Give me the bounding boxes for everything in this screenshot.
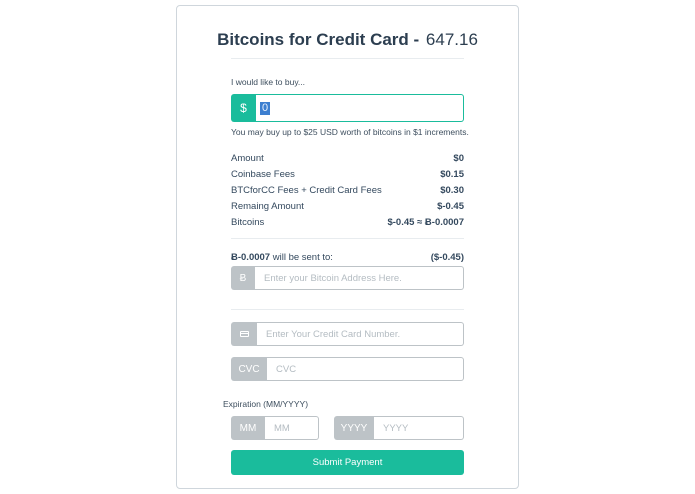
month-addon: MM <box>231 416 265 440</box>
expiration-label: Expiration (MM/YYYY) <box>223 399 309 409</box>
page-title: Bitcoins for Credit Card - 647.16 <box>177 30 518 50</box>
send-text: Ƀ-0.0007 will be sent to: <box>231 252 333 263</box>
summary-label: Bitcoins <box>231 216 265 228</box>
dollar-icon: $ <box>231 94 256 122</box>
credit-card-icon <box>231 322 257 346</box>
amount-input[interactable]: 0 <box>260 101 271 115</box>
card-number-input[interactable] <box>266 328 463 340</box>
cvc-input[interactable] <box>276 363 463 375</box>
expiration-month-group: MM <box>231 416 319 440</box>
btc-price: 647.16 <box>425 30 478 49</box>
usd-send-amount: ($-0.45) <box>430 252 464 263</box>
summary-label: Remaing Amount <box>231 200 304 212</box>
summary-value: $-0.45 ≈ Ƀ-0.0007 <box>387 216 464 228</box>
cvc-group: CVC <box>231 357 464 381</box>
cvc-field[interactable] <box>267 357 464 381</box>
summary-value: $0.15 <box>440 168 464 180</box>
summary-row-bitcoins: Bitcoins $-0.45 ≈ Ƀ-0.0007 <box>231 214 464 230</box>
title-text: Bitcoins for Credit Card - <box>217 30 424 49</box>
summary-value: $-0.45 <box>437 200 464 212</box>
submit-payment-button[interactable]: Submit Payment <box>231 450 464 475</box>
summary-label: Amount <box>231 152 264 164</box>
summary-row-remaining: Remaing Amount $-0.45 <box>231 198 464 214</box>
fee-summary: Amount $0 Coinbase Fees $0.15 BTCforCC F… <box>231 150 464 230</box>
cvc-addon: CVC <box>231 357 267 381</box>
year-field[interactable] <box>374 416 464 440</box>
bitcoin-address-field[interactable] <box>255 266 464 290</box>
month-field[interactable] <box>265 416 319 440</box>
divider <box>231 309 464 310</box>
amount-input-group: $ 0 <box>231 94 464 122</box>
amount-label: I would like to buy... <box>231 77 306 87</box>
summary-label: Coinbase Fees <box>231 168 295 180</box>
bitcoin-address-group: Ƀ <box>231 266 464 290</box>
divider <box>231 238 464 239</box>
expiration-year-input[interactable] <box>383 422 463 434</box>
summary-row-amount: Amount $0 <box>231 150 464 166</box>
card-number-group <box>231 322 464 346</box>
summary-value: $0.30 <box>440 184 464 196</box>
summary-label: BTCforCC Fees + Credit Card Fees <box>231 184 382 196</box>
bitcoin-address-input[interactable] <box>264 272 463 284</box>
send-label: will be sent to: <box>270 252 333 263</box>
bitcoin-icon: Ƀ <box>231 266 255 290</box>
amount-help-text: You may buy up to $25 USD worth of bitco… <box>231 127 469 137</box>
summary-value: $0 <box>453 152 464 164</box>
year-addon: YYYY <box>334 416 374 440</box>
expiration-month-input[interactable] <box>274 422 318 434</box>
divider <box>231 58 464 59</box>
card-number-field[interactable] <box>257 322 464 346</box>
summary-row-btcforcc-fees: BTCforCC Fees + Credit Card Fees $0.30 <box>231 182 464 198</box>
payment-form-card: Bitcoins for Credit Card - 647.16 I woul… <box>176 5 519 489</box>
btc-send-amount: Ƀ-0.0007 <box>231 252 271 263</box>
amount-field[interactable]: 0 <box>256 94 464 122</box>
expiration-year-group: YYYY <box>334 416 464 440</box>
summary-row-coinbase-fees: Coinbase Fees $0.15 <box>231 166 464 182</box>
send-summary: Ƀ-0.0007 will be sent to: ($-0.45) <box>231 252 464 263</box>
